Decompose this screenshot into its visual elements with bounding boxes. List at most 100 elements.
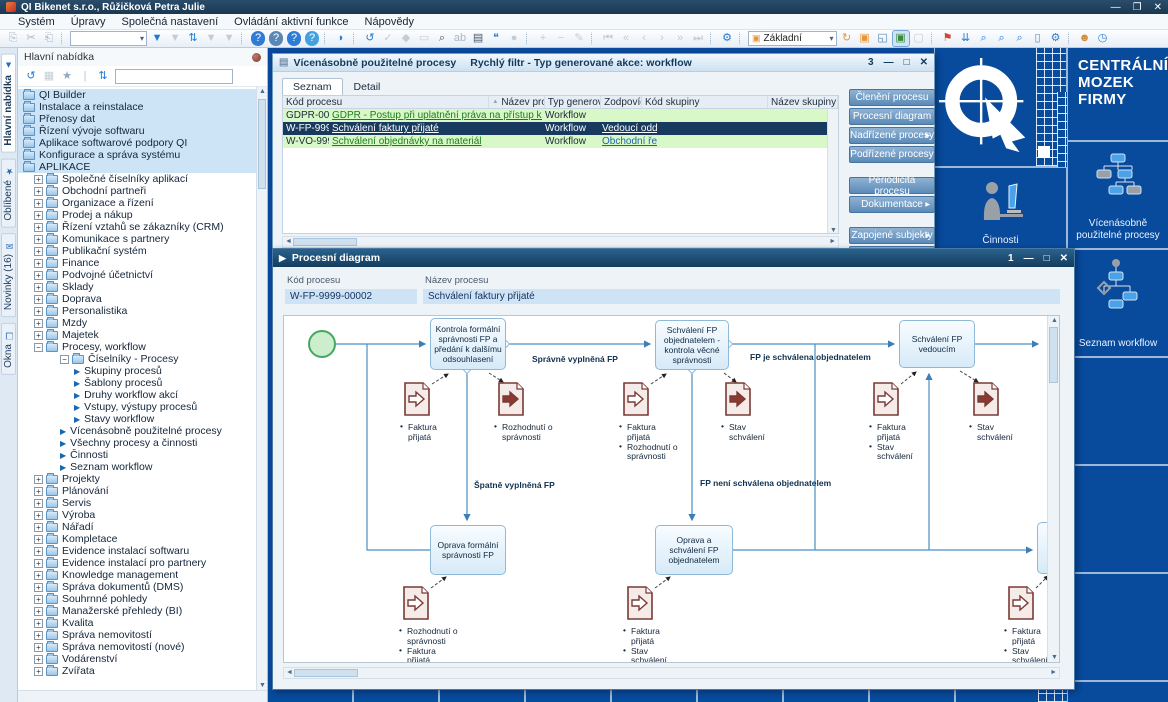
toolbar-icon[interactable] [61, 32, 66, 45]
column-header[interactable]: Zodpovídá [601, 96, 642, 108]
toolbar-icon[interactable]: ◗ [333, 31, 349, 46]
tree-item[interactable]: ▶ Personalistika [18, 305, 267, 317]
tree-search-input[interactable] [115, 69, 233, 84]
expand-icon[interactable] [34, 535, 43, 544]
toolbar-icon[interactable]: ⎗ [41, 31, 57, 46]
tree-item[interactable]: ▶ Instalace a reinstalace [18, 101, 267, 113]
process-task-node[interactable]: Kontrola formální správnosti FP a předán… [430, 318, 506, 370]
tree-item[interactable]: ▶ Doprava [18, 293, 267, 305]
scroll-left-icon[interactable]: ◄ [286, 669, 293, 676]
tree-item[interactable]: ▶ Evidence instalací pro partnery [18, 557, 267, 569]
tree-item[interactable]: ▶ Správa nemovitostí [18, 629, 267, 641]
toolbar-icon[interactable]: ✂ [23, 31, 39, 46]
toolbar-icon[interactable]: ▣ [893, 31, 909, 46]
diagram-vscrollbar[interactable]: ▲ ▼ [1047, 316, 1059, 662]
tree-item[interactable]: ▶ Skupiny procesů [18, 365, 267, 377]
action-button[interactable]: Zapojené subjekty [849, 227, 935, 244]
app-minimize-button[interactable]: — [1111, 2, 1121, 13]
tile-vpp[interactable]: Vícenásobně použitelné procesy [1068, 142, 1168, 248]
toolbar-icon[interactable]: ▼ [221, 31, 237, 46]
tab[interactable]: Detail [343, 78, 392, 95]
tile-cinnosti[interactable]: Činnosti [935, 168, 1066, 253]
scroll-thumb[interactable] [293, 238, 357, 246]
tree-item[interactable]: ▶ Komunikace s partnery [18, 233, 267, 245]
toolbar-icon[interactable]: ⌕ [976, 31, 992, 46]
toolbar-icon[interactable] [353, 32, 358, 45]
minimize-button[interactable]: — [884, 57, 894, 68]
window-titlebar[interactable]: ▤ Vícenásobně použitelné procesy Rychlý … [273, 54, 934, 72]
maximize-button[interactable]: □ [904, 57, 910, 68]
toolbar-icon[interactable]: ▯ [1030, 31, 1046, 46]
expand-icon[interactable] [34, 667, 43, 676]
toolbar-icon[interactable]: ab [452, 31, 468, 46]
tree-item[interactable]: ▶ Vodárenství [18, 653, 267, 665]
scroll-down-icon[interactable]: ▼ [830, 227, 837, 234]
tree-toolbar-icon[interactable]: ▦ [41, 69, 57, 83]
toolbar-icon[interactable]: ↺ [362, 31, 378, 46]
action-button[interactable]: Periodicita procesu [849, 177, 935, 194]
toolbar-icon[interactable]: + [535, 31, 551, 46]
toolbar-icon[interactable]: ● [506, 31, 522, 46]
document-node[interactable]: Faktura přijatá Stav schválení [873, 382, 943, 462]
toolbar-icon[interactable]: ⏮ [600, 31, 616, 46]
toolbar-icon[interactable] [739, 32, 744, 45]
column-header[interactable]: Kód procesu [283, 96, 489, 108]
action-button[interactable]: Členění procesu [849, 89, 935, 106]
expand-icon[interactable] [34, 511, 43, 520]
toolbar-icon[interactable]: ▼ [167, 31, 183, 46]
expand-icon[interactable] [34, 235, 43, 244]
toolbar-icon[interactable] [591, 32, 596, 45]
table-vscrollbar[interactable]: ▼ [827, 109, 838, 234]
expand-icon[interactable] [34, 583, 43, 592]
toolbar-icon[interactable]: ↻ [839, 31, 855, 46]
expand-icon[interactable] [34, 571, 43, 580]
tree-item[interactable]: ▶ Organizace a řízení [18, 197, 267, 209]
diagram-canvas[interactable]: Kontrola formální správnosti FP a předán… [283, 315, 1060, 663]
tree-item[interactable]: ▶ Konfigurace a správa systému [18, 149, 267, 161]
toolbar-icon[interactable]: ▭ [416, 31, 432, 46]
table-hscrollbar[interactable]: ◄ ► [282, 236, 839, 248]
toolbar-icon[interactable] [526, 32, 531, 45]
tile-seznam-workflow[interactable]: Seznam workflow [1068, 250, 1168, 356]
tree-item[interactable]: ▶ Číselníky - Procesy [18, 353, 267, 365]
column-header[interactable]: Název skupiny [768, 96, 838, 108]
column-header[interactable]: Kód skupiny [642, 96, 768, 108]
document-node[interactable]: Faktura přijatá Stav schválení [1008, 586, 1048, 662]
app-restore-button[interactable]: ❐ [1133, 2, 1142, 13]
document-node[interactable]: Stav schválení [725, 382, 795, 443]
toolbar-icon[interactable] [70, 31, 147, 46]
toolbar-icon[interactable]: ❝ [488, 31, 504, 46]
tree-item[interactable]: ▶ Prodej a nákup [18, 209, 267, 221]
tree-item[interactable]: ▶ Správa nemovitostí (nové) [18, 641, 267, 653]
tree-item[interactable]: ▶ Společné číselníky aplikací [18, 173, 267, 185]
tree-item[interactable]: ▶ Šablony procesů [18, 377, 267, 389]
scroll-thumb[interactable] [1049, 327, 1058, 383]
tree-item[interactable]: ▶ Druhy workflow akcí [18, 389, 267, 401]
tab[interactable]: Seznam [282, 78, 343, 95]
process-task-node[interactable]: Oprava a schválení FP objednatelem [655, 525, 733, 575]
tree-item[interactable]: ▶ Seznam workflow [18, 461, 267, 473]
toolbar-icon[interactable]: ▼ [149, 31, 165, 46]
maximize-button[interactable]: □ [1044, 253, 1050, 264]
toolbar-icon[interactable]: ⌕ [994, 31, 1010, 46]
tree-item[interactable]: ▶ Vstupy, výstupy procesů [18, 401, 267, 413]
toolbar-icon[interactable]: ⌕ [434, 31, 450, 46]
tree-item[interactable]: ▶ Finance [18, 257, 267, 269]
process-task-node[interactable]: Oprava formální správnosti FP [430, 525, 506, 575]
tree-item[interactable]: ▶ Zvířata [18, 665, 267, 677]
expand-icon[interactable] [34, 175, 43, 184]
window-titlebar[interactable]: ▶ Procesní diagram 1 — □ ✕ [273, 249, 1074, 267]
expand-icon[interactable] [34, 295, 43, 304]
toolbar-icon[interactable]: ✎ [571, 31, 587, 46]
close-button[interactable]: ✕ [1060, 253, 1068, 264]
menu-item[interactable]: Společná nastavení [114, 16, 227, 28]
tree-item[interactable]: ▶ Manažerské přehledy (BI) [18, 605, 267, 617]
toolbar-icon[interactable]: − [553, 31, 569, 46]
action-button[interactable]: Dokumentace [849, 196, 935, 213]
tree-toolbar-icon[interactable]: ⇅ [95, 69, 111, 83]
expand-icon[interactable] [34, 343, 43, 352]
tree-item[interactable]: ▶ APLIKACE [18, 161, 267, 173]
menu-item[interactable]: Nápovědy [357, 16, 423, 28]
toolbar-icon[interactable] [241, 32, 246, 45]
tree-toolbar-icon[interactable]: ↺ [23, 69, 39, 83]
